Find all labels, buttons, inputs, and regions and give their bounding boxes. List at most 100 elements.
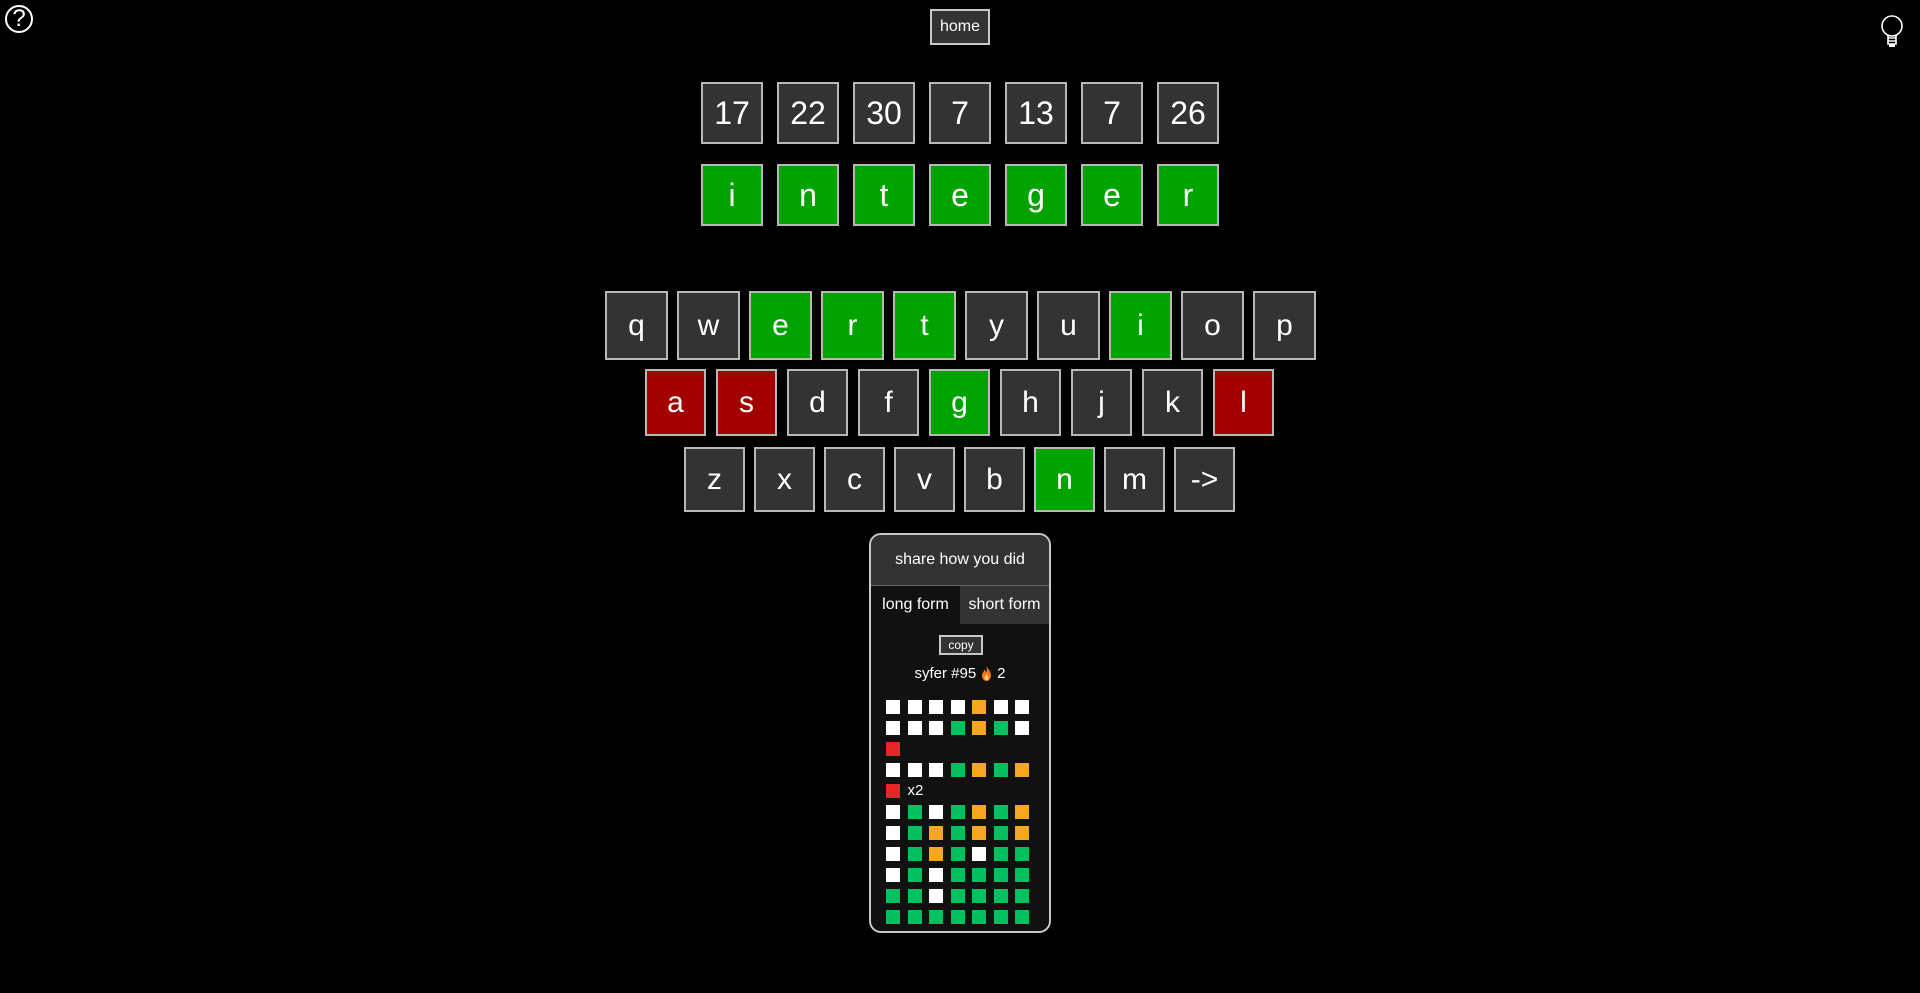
- copy-button[interactable]: copy: [939, 635, 983, 655]
- number-tile: 30: [853, 82, 915, 144]
- result-square: [907, 888, 922, 903]
- result-square: [929, 909, 943, 924]
- key-a[interactable]: a: [645, 369, 706, 436]
- result-row: [886, 885, 1037, 906]
- key-b[interactable]: b: [964, 447, 1025, 512]
- key-i[interactable]: i: [1109, 291, 1172, 360]
- result-square: [950, 846, 965, 861]
- key-t[interactable]: t: [893, 291, 956, 360]
- result-square: [929, 699, 943, 714]
- result-square: [950, 909, 965, 924]
- tab-long-form[interactable]: long form: [871, 586, 960, 624]
- answer-tile: g: [1005, 164, 1067, 226]
- result-square: [993, 909, 1008, 924]
- key-j[interactable]: j: [1071, 369, 1132, 436]
- result-square: [886, 741, 900, 756]
- tab-short-form[interactable]: short form: [960, 586, 1049, 624]
- result-square: [929, 804, 943, 819]
- key-m[interactable]: m: [1104, 447, 1165, 512]
- answer-tile: e: [929, 164, 991, 226]
- number-tile: 13: [1005, 82, 1067, 144]
- result-square: [972, 846, 986, 861]
- result-square: [972, 825, 986, 840]
- key-n[interactable]: n: [1034, 447, 1095, 512]
- key-o[interactable]: o: [1181, 291, 1244, 360]
- key-q[interactable]: q: [605, 291, 668, 360]
- result-grid: x2: [886, 696, 1037, 927]
- key-u[interactable]: u: [1037, 291, 1100, 360]
- result-row: [886, 759, 1037, 780]
- key-z[interactable]: z: [684, 447, 745, 512]
- result-square: [993, 888, 1008, 903]
- answer-tile: n: [777, 164, 839, 226]
- key-s[interactable]: s: [716, 369, 777, 436]
- result-square: [886, 699, 900, 714]
- result-square: [993, 762, 1008, 777]
- key-p[interactable]: p: [1253, 291, 1316, 360]
- key-r[interactable]: r: [821, 291, 884, 360]
- result-row: [886, 822, 1037, 843]
- result-row: [886, 738, 1037, 759]
- result-square: [993, 846, 1008, 861]
- result-square: [972, 720, 986, 735]
- game-page: ? home 17 22 30 7 13 7 26 i n t e g e r …: [0, 0, 1920, 993]
- result-square: [929, 846, 943, 861]
- number-tile: 17: [701, 82, 763, 144]
- streak-count: 2: [997, 665, 1006, 682]
- result-square: [886, 888, 900, 903]
- result-square: [972, 699, 986, 714]
- result-row: [886, 906, 1037, 927]
- number-tile: 22: [777, 82, 839, 144]
- result-square: [993, 867, 1008, 882]
- result-square: [886, 804, 900, 819]
- result-square: [950, 699, 965, 714]
- result-square: [886, 825, 900, 840]
- key-v[interactable]: v: [894, 447, 955, 512]
- result-square: [972, 909, 986, 924]
- result-row: [886, 696, 1037, 717]
- result-square: [950, 888, 965, 903]
- share-panel: share how you did long form short form c…: [869, 533, 1051, 933]
- key-x[interactable]: x: [754, 447, 815, 512]
- share-tabs: long form short form: [871, 586, 1049, 624]
- result-square: [972, 867, 986, 882]
- enter-key[interactable]: ->: [1174, 447, 1235, 512]
- answer-tile: i: [701, 164, 763, 226]
- result-square: [886, 846, 900, 861]
- result-square: [929, 720, 943, 735]
- key-h[interactable]: h: [1000, 369, 1061, 436]
- result-square: [907, 762, 922, 777]
- result-square: [907, 804, 922, 819]
- game-label: syfer #95: [914, 665, 977, 682]
- result-square: [929, 762, 943, 777]
- home-button[interactable]: home: [930, 9, 990, 45]
- share-title: share how you did: [871, 535, 1049, 586]
- result-square: [972, 804, 986, 819]
- key-c[interactable]: c: [824, 447, 885, 512]
- result-square: [950, 720, 965, 735]
- result-row: [886, 864, 1037, 885]
- result-square: [972, 888, 986, 903]
- key-g[interactable]: g: [929, 369, 990, 436]
- result-square: [907, 846, 922, 861]
- result-square: [886, 762, 900, 777]
- lightbulb-icon[interactable]: [1879, 15, 1905, 49]
- result-square: [1015, 699, 1029, 714]
- key-w[interactable]: w: [677, 291, 740, 360]
- key-k[interactable]: k: [1142, 369, 1203, 436]
- key-f[interactable]: f: [858, 369, 919, 436]
- key-e[interactable]: e: [749, 291, 812, 360]
- result-square: [993, 804, 1008, 819]
- number-tile: 7: [929, 82, 991, 144]
- result-square: [993, 825, 1008, 840]
- result-square: [972, 762, 986, 777]
- result-square: [1015, 720, 1029, 735]
- question-circle-icon[interactable]: ?: [5, 5, 33, 33]
- key-d[interactable]: d: [787, 369, 848, 436]
- answer-tile: e: [1081, 164, 1143, 226]
- result-square: [950, 762, 965, 777]
- flame-icon: [982, 666, 992, 681]
- key-l[interactable]: l: [1213, 369, 1274, 436]
- result-square: [993, 720, 1008, 735]
- key-y[interactable]: y: [965, 291, 1028, 360]
